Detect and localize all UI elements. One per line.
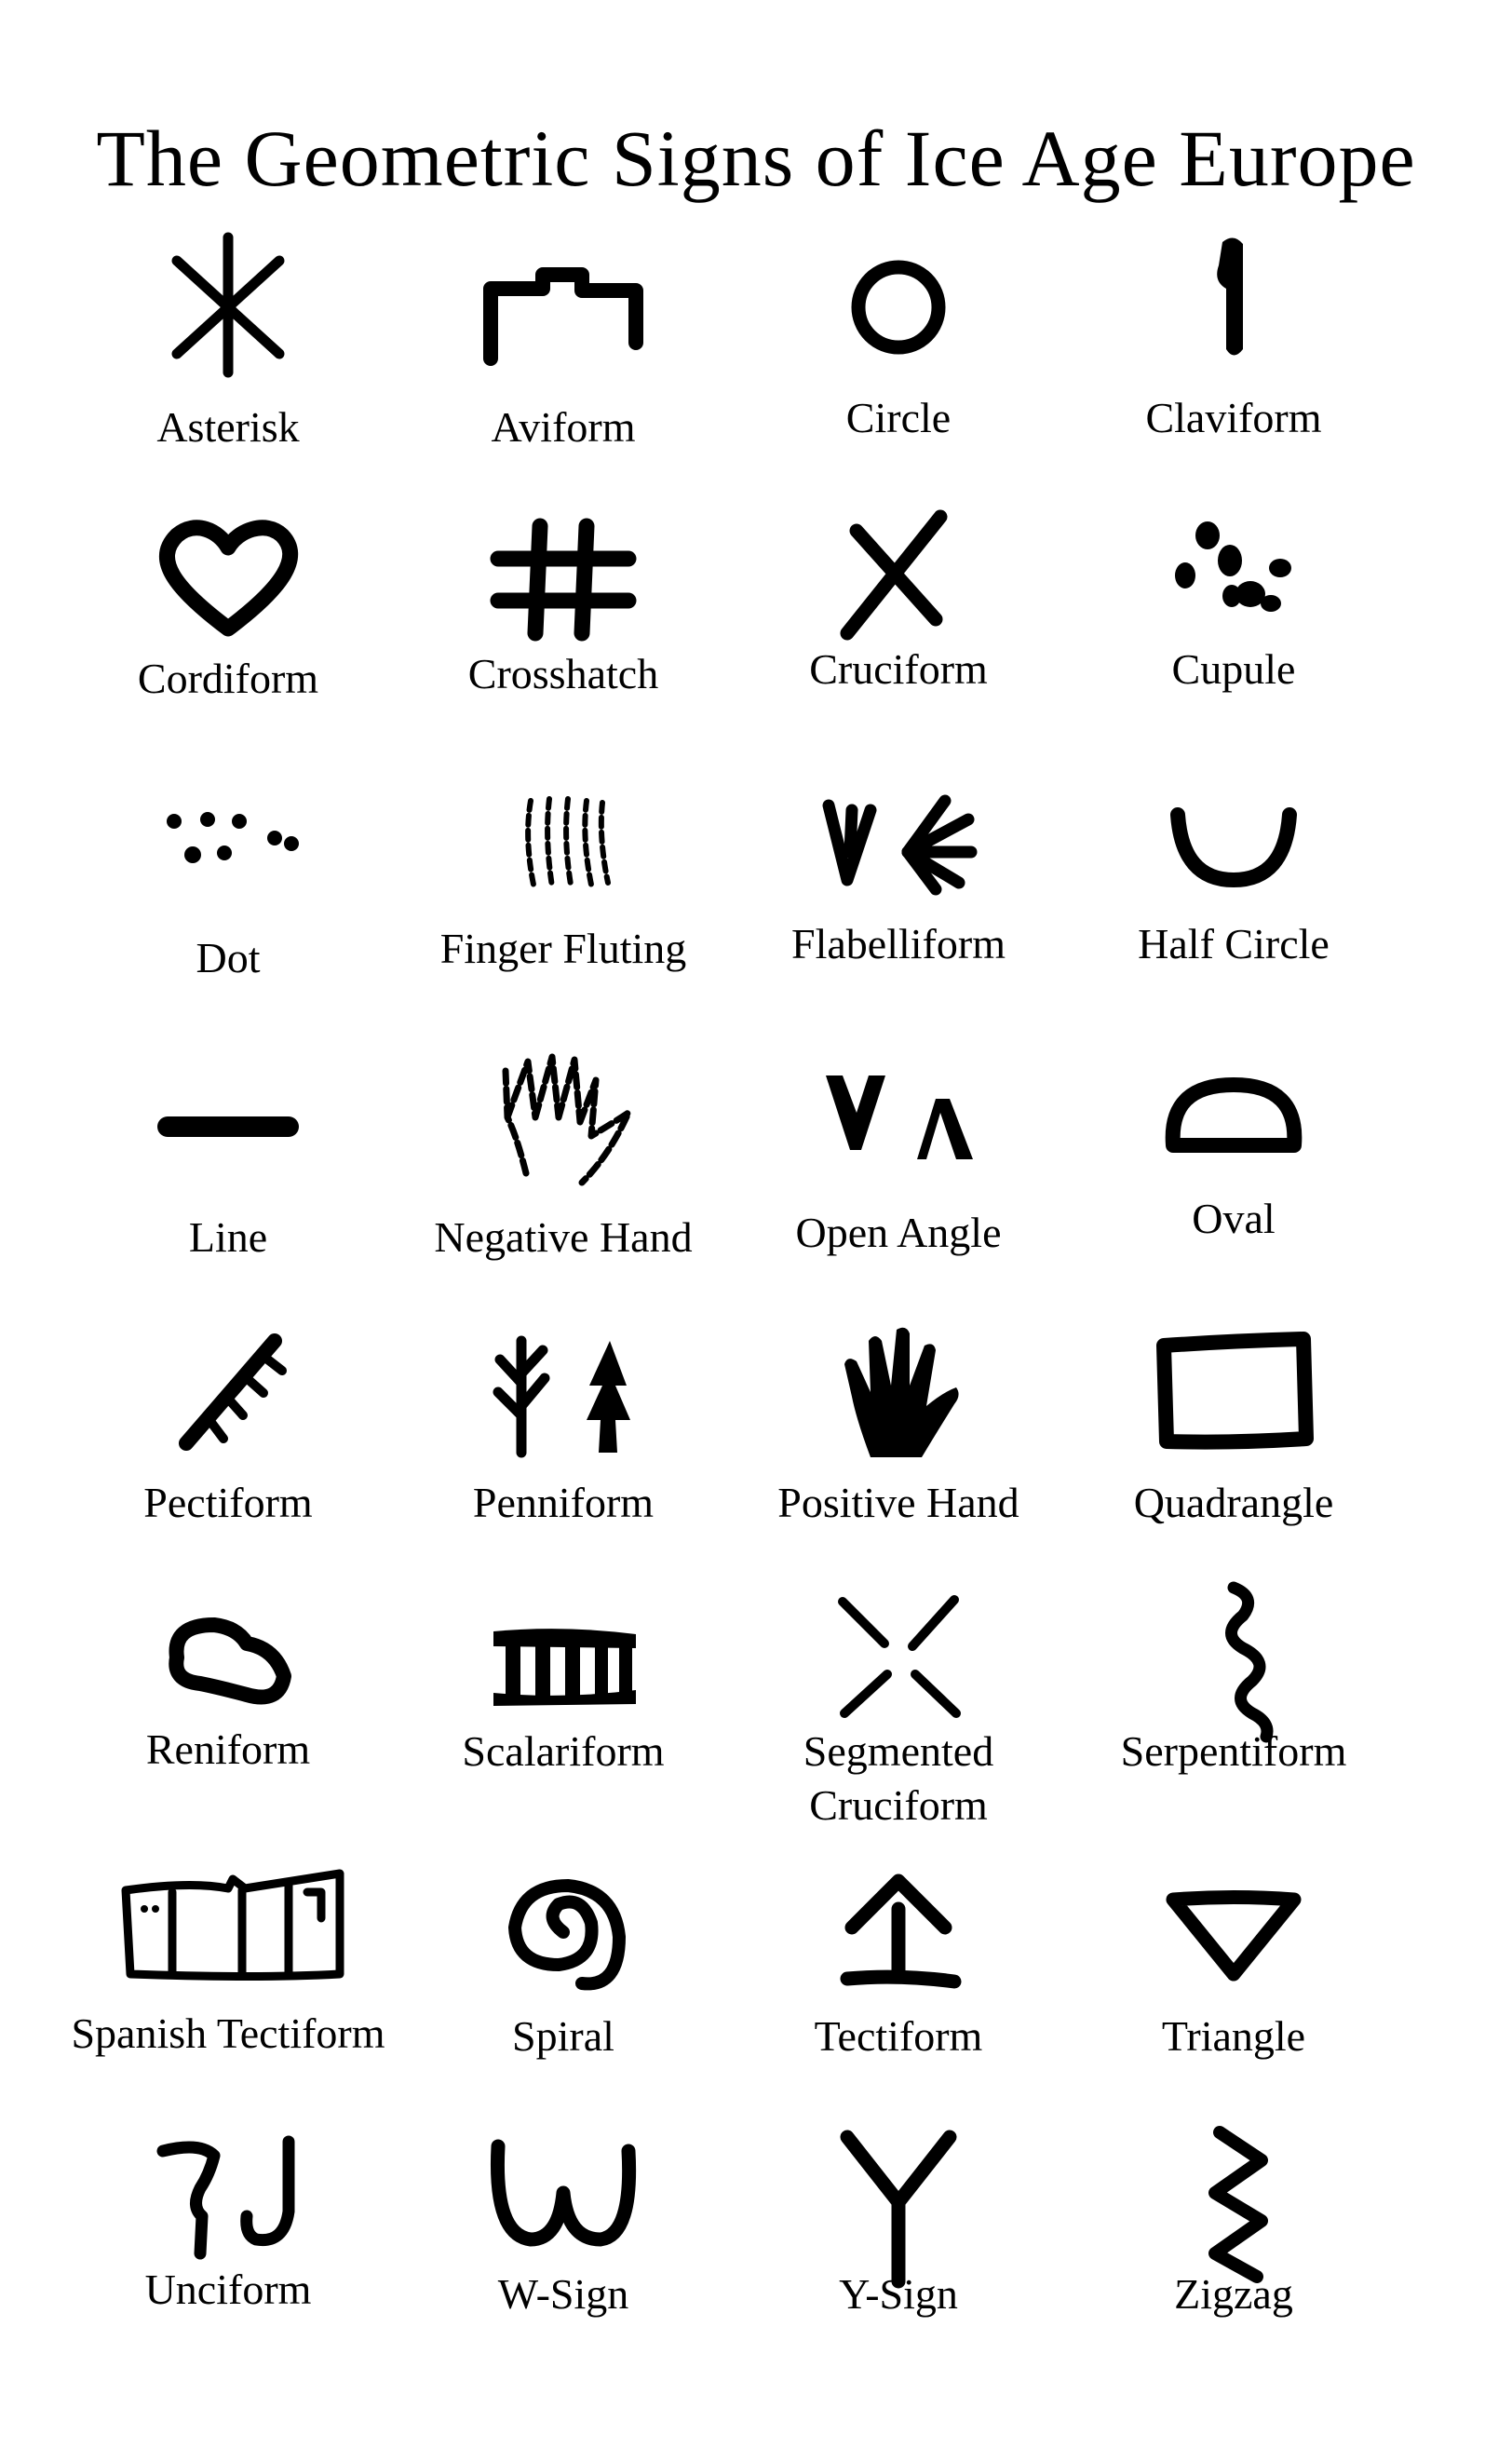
sign-label: Triangle — [1161, 2012, 1306, 2060]
sign-card: Segmented Cruciform — [722, 1574, 1075, 1844]
sign-card: Triangle — [1057, 1844, 1411, 2114]
penniform-icon — [470, 1304, 656, 1490]
sign-label: Cordiform — [137, 655, 319, 702]
sign-label: Flabelliform — [791, 920, 1006, 967]
sign-label: Line — [188, 1213, 268, 1261]
sign-label: Cruciform — [809, 645, 988, 693]
sign-card: W-Sign — [386, 2114, 740, 2384]
spiral-icon — [470, 1844, 656, 2030]
sign-label: Crosshatch — [467, 650, 659, 697]
sign-card: Cupule — [1057, 494, 1411, 764]
sign-label: Negative Hand — [434, 1213, 693, 1261]
sign-label: Claviform — [1145, 394, 1322, 441]
sign-label-line: Cruciform — [809, 1781, 988, 1829]
sign-card: Negative Hand — [386, 1034, 740, 1304]
sign-card: Flabelliform — [722, 764, 1075, 1034]
sign-label: Spanish Tectiform — [71, 2009, 385, 2057]
sign-card: Scalariform — [386, 1574, 740, 1844]
sign-card: Claviform — [1057, 223, 1411, 494]
tectiform-icon — [805, 1844, 992, 2030]
sign-label: Open Angle — [795, 1209, 1002, 1256]
sign-label: Finger Fluting — [439, 925, 687, 972]
page: The Geometric Signs of Ice Age Europe As… — [0, 0, 1512, 2462]
negative-hand-icon — [470, 1034, 656, 1220]
sign-card: Serpentiform — [1057, 1574, 1411, 1844]
sign-label: Positive Hand — [777, 1479, 1019, 1526]
sign-card: Asterisk — [51, 223, 405, 494]
sign-card: Reniform — [51, 1574, 405, 1844]
sign-card: Cordiform — [51, 494, 405, 764]
sign-card: Y-Sign — [722, 2114, 1075, 2384]
line-icon — [135, 1034, 321, 1220]
sign-label: Y-Sign — [839, 2270, 958, 2318]
positive-hand-icon — [805, 1304, 992, 1490]
sign-card: Half Circle — [1057, 764, 1411, 1034]
sign-label: Cupule — [1171, 645, 1296, 693]
sign-card: Zigzag — [1057, 2114, 1411, 2384]
sign-card: Circle — [722, 223, 1075, 494]
sign-card: Positive Hand — [722, 1304, 1075, 1574]
spanish-tectiform-icon — [121, 1844, 344, 2030]
sign-label: Asterisk — [156, 403, 300, 451]
sign-label: Unciform — [144, 2266, 312, 2313]
open-angle-icon — [805, 1034, 992, 1220]
sign-label: Scalariform — [462, 1727, 665, 1775]
pectiform-icon — [135, 1304, 321, 1490]
sign-label: Pectiform — [143, 1479, 313, 1526]
dot-icon — [135, 764, 321, 950]
sign-card: Spiral — [386, 1844, 740, 2114]
sign-label: Reniform — [145, 1725, 311, 1773]
sign-card: Dot — [51, 764, 405, 1034]
asterisk-icon — [135, 223, 321, 410]
sign-label: Serpentiform — [1120, 1727, 1347, 1775]
sign-card: Open Angle — [722, 1034, 1075, 1304]
sign-label: Tectiform — [814, 2012, 983, 2060]
sign-card: Aviform — [386, 223, 740, 494]
sign-label: Dot — [196, 934, 261, 981]
sign-label: Half Circle — [1138, 920, 1330, 967]
aviform-icon — [470, 223, 656, 410]
sign-card: Cruciform — [722, 494, 1075, 764]
sign-label: W-Sign — [497, 2270, 629, 2318]
sign-label: Penniform — [472, 1479, 655, 1526]
triangle-icon — [1141, 1844, 1327, 2030]
sign-card: Unciform — [51, 2114, 405, 2384]
claviform-icon — [1141, 223, 1327, 410]
sign-card: Spanish Tectiform — [51, 1844, 405, 2114]
sign-card: Crosshatch — [386, 494, 740, 764]
sign-card: Tectiform — [722, 1844, 1075, 2114]
sign-label: Circle — [845, 394, 952, 441]
sign-card: Quadrangle — [1057, 1304, 1411, 1574]
quadrangle-icon — [1141, 1304, 1327, 1490]
sign-card: Finger Fluting — [386, 764, 740, 1034]
sign-card: Pectiform — [51, 1304, 405, 1574]
sign-label: Quadrangle — [1133, 1479, 1334, 1526]
sign-label: Oval — [1192, 1195, 1276, 1242]
sign-card: Oval — [1057, 1034, 1411, 1304]
sign-label: Zigzag — [1174, 2270, 1293, 2318]
sign-label: Aviform — [491, 403, 636, 451]
circle-icon — [805, 223, 992, 410]
sign-label: Segmented Cruciform — [703, 1725, 1094, 1833]
sign-card: Penniform — [386, 1304, 740, 1574]
sign-label: Spiral — [512, 2012, 614, 2060]
sign-card: Line — [51, 1034, 405, 1304]
sign-label-line: Segmented — [803, 1727, 994, 1775]
signs-grid: Asterisk Aviform Circle Claviform Cordiform C… — [0, 0, 1512, 2462]
